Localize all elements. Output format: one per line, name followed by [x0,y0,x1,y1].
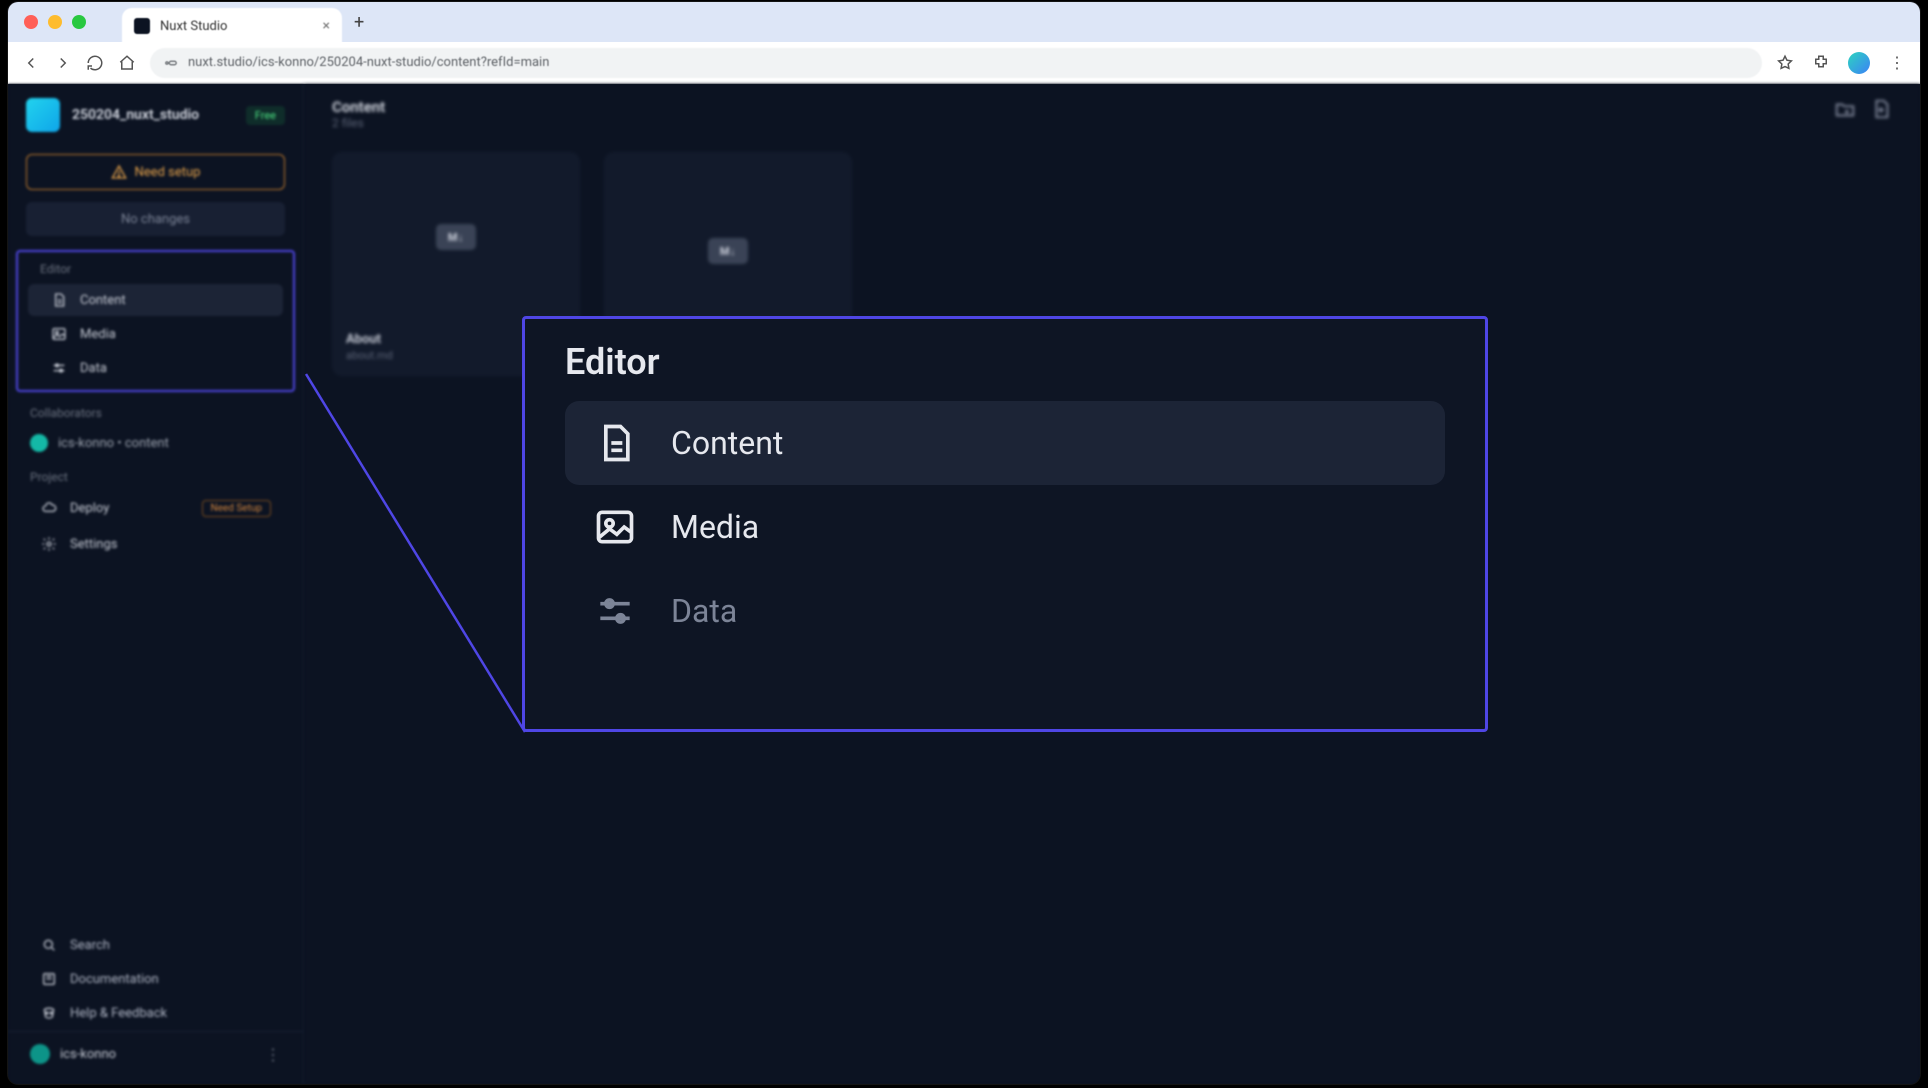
project-section-label: Project [8,460,303,490]
callout-item-label: Data [671,592,737,630]
sidebar-item-label: Media [80,327,116,342]
browser-toolbar: nuxt.studio/ics-konno/250204-nuxt-studio… [8,42,1920,84]
sidebar-item-label: Content [80,293,126,308]
user-avatar [30,1044,50,1064]
collaborators-label: Collaborators [8,396,303,426]
need-setup-label: Need setup [135,165,201,180]
sidebar-item-settings[interactable]: Settings [18,528,293,560]
collaborator-avatar [30,434,48,452]
address-url: nuxt.studio/ics-konno/250204-nuxt-studio… [188,55,549,70]
collaborator-name: ics-konno • content [58,436,169,451]
markdown-icon: M↓ [708,238,748,264]
bookmark-icon[interactable] [1776,54,1794,72]
gear-icon [40,535,58,553]
warning-icon [111,164,127,180]
page-title: Content [332,98,1892,116]
reload-button[interactable] [86,54,104,72]
book-icon [40,970,58,988]
sidebar-item-label: Documentation [70,972,159,987]
file-text-icon [50,291,68,309]
callout-item-content[interactable]: Content [565,401,1445,485]
tab-favicon [134,18,150,34]
callout-item-label: Media [671,508,759,546]
callout-item-label: Content [671,424,783,462]
sidebar-item-label: Settings [70,537,117,552]
no-changes-button[interactable]: No changes [26,202,285,236]
sidebar-item-help[interactable]: Help & Feedback [18,997,293,1029]
project-icon [26,98,60,132]
profile-avatar[interactable] [1848,52,1870,74]
editor-section-highlighted: Editor Content Media [16,250,295,392]
sliders-icon [593,589,637,633]
collaborator-row[interactable]: ics-konno • content [8,426,303,460]
sidebar-item-label: Deploy [70,501,109,516]
sidebar-item-deploy[interactable]: Deploy Need Setup [18,492,293,524]
image-icon [50,325,68,343]
window-controls[interactable] [8,15,102,29]
callout-item-data[interactable]: Data [565,569,1445,653]
window-close-dot[interactable] [24,15,38,29]
discord-icon [40,1004,58,1022]
sidebar-item-label: Help & Feedback [70,1006,167,1021]
address-bar[interactable]: nuxt.studio/ics-konno/250204-nuxt-studio… [150,48,1762,78]
sidebar-item-data[interactable]: Data [28,352,283,384]
browser-titlebar: Nuxt Studio × + [8,2,1920,42]
tab-close-icon[interactable]: × [323,18,330,34]
sliders-icon [50,359,68,377]
markdown-icon: M↓ [436,224,476,250]
editor-callout: Editor Content Media Data [522,316,1488,732]
sidebar: 250204_nuxt_studio Free Need setup No ch… [8,84,304,1084]
extensions-icon[interactable] [1812,54,1830,72]
window-min-dot[interactable] [48,15,62,29]
sidebar-item-search[interactable]: Search [18,929,293,961]
image-icon [593,505,637,549]
window-max-dot[interactable] [72,15,86,29]
browser-tab[interactable]: Nuxt Studio × [122,8,342,44]
editor-section-label: Editor [18,252,293,282]
need-setup-button[interactable]: Need setup [26,154,285,190]
new-folder-icon[interactable] [1834,98,1856,120]
need-setup-pill: Need Setup [202,500,272,517]
cloud-icon [40,499,58,517]
search-icon [40,936,58,954]
sidebar-item-content[interactable]: Content [28,284,283,316]
site-info-icon [164,56,178,70]
more-icon[interactable]: ⋮ [265,1045,281,1064]
page-subtitle: 2 files [332,116,1892,130]
sidebar-item-media[interactable]: Media [28,318,283,350]
sidebar-item-documentation[interactable]: Documentation [18,963,293,995]
plan-badge: Free [246,106,285,125]
browser-menu-icon[interactable]: ⋮ [1888,54,1906,72]
back-button[interactable] [22,54,40,72]
project-name: 250204_nuxt_studio [72,107,199,123]
sidebar-item-label: Data [80,361,107,376]
project-header[interactable]: 250204_nuxt_studio Free [8,84,303,146]
sidebar-item-label: Search [70,938,110,953]
tab-title: Nuxt Studio [160,19,227,34]
home-button[interactable] [118,54,136,72]
callout-heading: Editor [565,341,1445,383]
sidebar-user[interactable]: ics-konno ⋮ [8,1031,303,1076]
forward-button[interactable] [54,54,72,72]
user-name: ics-konno [60,1047,116,1062]
file-text-icon [593,421,637,465]
no-changes-label: No changes [121,212,190,227]
new-tab-button[interactable]: + [354,12,364,33]
callout-item-media[interactable]: Media [565,485,1445,569]
new-file-icon[interactable] [1870,98,1892,120]
